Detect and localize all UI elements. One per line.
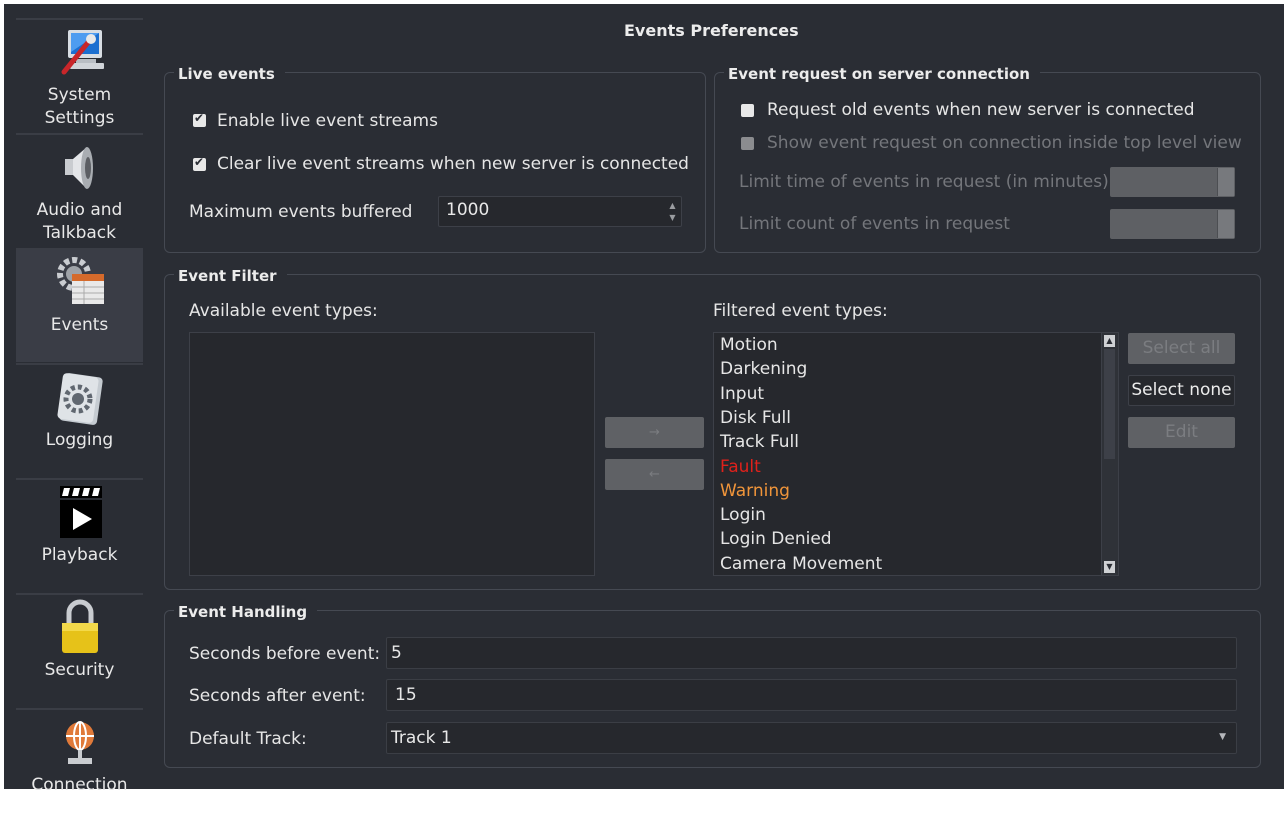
monitor-wrench-icon — [61, 30, 104, 75]
max-events-label: Maximum events buffered — [189, 202, 413, 222]
select-all-button[interactable]: Select all — [1128, 333, 1235, 364]
list-item[interactable]: Fault — [720, 457, 761, 477]
filtered-event-types-label: Filtered event types: — [713, 301, 888, 321]
limit-time-label: Limit time of events in request (in minu… — [739, 172, 1109, 192]
available-event-types-list[interactable] — [189, 332, 595, 576]
sidebar-item-audio-and-talkback[interactable]: Audio and Talkback — [16, 133, 143, 247]
padlock-icon — [62, 599, 98, 653]
default-track-value: Track 1 — [391, 728, 452, 748]
seconds-after-input[interactable]: 15 — [386, 679, 1237, 711]
max-events-value: 1000 — [446, 200, 490, 220]
clapperboard-play-icon — [60, 486, 102, 538]
request-old-events-checkbox[interactable] — [741, 104, 754, 117]
clear-live-streams-checkbox[interactable] — [193, 155, 206, 171]
max-events-spinbox[interactable]: 1000 ▲ ▼ — [438, 196, 682, 227]
sidebar-item-playback[interactable]: Playback — [16, 478, 143, 592]
scrollbar-thumb[interactable] — [1104, 349, 1115, 459]
event-filter-title: Event Filter — [174, 267, 287, 285]
sidebar-item-security[interactable]: Security — [16, 593, 143, 707]
seconds-after-label: Seconds after event: — [189, 686, 366, 706]
available-event-types-label: Available event types: — [189, 301, 378, 321]
enable-live-streams-checkbox[interactable] — [193, 111, 206, 127]
sidebar-item-label: Security — [44, 660, 115, 680]
default-track-label: Default Track: — [189, 729, 307, 749]
event-handling-title: Event Handling — [174, 603, 318, 621]
spin-arrows-icon[interactable]: ▲ ▼ — [667, 200, 678, 224]
scroll-up-icon[interactable]: ▲ — [1104, 335, 1115, 347]
enable-live-streams-label[interactable]: Enable live event streams — [217, 111, 438, 131]
sidebar-item-events[interactable]: Events — [16, 248, 143, 362]
gear-table-icon — [57, 257, 104, 304]
sidebar-item-connection[interactable]: Connection — [16, 708, 143, 822]
limit-time-spinbox[interactable] — [1110, 167, 1235, 197]
request-old-events-label[interactable]: Request old events when new server is co… — [767, 100, 1195, 120]
limit-count-spinbox[interactable] — [1110, 209, 1235, 239]
list-item[interactable]: Darkening — [720, 359, 807, 379]
filtered-list-scrollbar[interactable]: ▲ ▼ — [1101, 333, 1118, 575]
sidebar-item-label: Logging — [45, 430, 114, 450]
seconds-before-input[interactable]: 5 — [386, 637, 1237, 669]
page-title: Events Preferences — [624, 21, 799, 40]
spin-arrows-icon[interactable] — [1217, 210, 1234, 238]
select-none-button[interactable]: Select none — [1128, 375, 1235, 406]
list-item[interactable]: Motion — [720, 335, 778, 355]
sidebar-item-logging[interactable]: Logging — [16, 363, 143, 477]
server-request-title: Event request on server connection — [724, 65, 1040, 83]
default-track-select[interactable]: Track 1 ▼ — [386, 722, 1237, 754]
spin-arrows-icon[interactable] — [1217, 168, 1234, 196]
sidebar-item-label: Connection — [31, 775, 128, 795]
clear-live-streams-label[interactable]: Clear live event streams when new server… — [217, 154, 689, 174]
list-item[interactable]: Disk Full — [720, 408, 791, 428]
sidebar-item-system-settings[interactable]: System Settings — [16, 18, 143, 132]
seconds-after-value: 15 — [395, 685, 417, 705]
edit-button[interactable]: Edit — [1128, 417, 1235, 448]
seconds-before-label: Seconds before event: — [189, 644, 381, 664]
list-item[interactable]: Track Full — [720, 432, 799, 452]
sidebar-item-label: System Settings — [44, 85, 115, 128]
move-right-button[interactable]: → — [605, 417, 704, 448]
sidebar-item-label: Events — [50, 315, 109, 335]
list-item[interactable]: Input — [720, 384, 764, 404]
sidebar-item-label: Audio and Talkback — [36, 200, 123, 243]
sidebar-item-label: Playback — [41, 545, 118, 565]
scroll-down-icon[interactable]: ▼ — [1104, 561, 1115, 573]
live-events-title: Live events — [174, 65, 285, 83]
limit-count-label: Limit count of events in request — [739, 214, 1010, 234]
globe-network-icon — [66, 721, 94, 764]
list-item[interactable]: Login — [720, 505, 766, 525]
preferences-window: System Settings Audio and Talkback Event… — [4, 4, 1284, 795]
sidebar: System Settings Audio and Talkback Event… — [16, 18, 143, 795]
list-item[interactable]: Login Denied — [720, 529, 832, 549]
speaker-icon — [65, 147, 93, 189]
seconds-before-value: 5 — [391, 643, 402, 663]
list-item[interactable]: Camera Movement — [720, 554, 882, 574]
show-event-request-checkbox[interactable] — [741, 137, 754, 150]
gear-notebook-icon — [57, 373, 103, 425]
chevron-down-icon[interactable]: ▼ — [1219, 732, 1226, 742]
move-left-button[interactable]: ← — [605, 459, 704, 490]
filtered-event-types-list[interactable]: ▲ ▼ Motion Darkening Input Disk Full Track F… — [713, 332, 1119, 576]
list-item[interactable]: Warning — [720, 481, 790, 501]
show-event-request-label: Show event request on connection inside … — [767, 133, 1242, 153]
